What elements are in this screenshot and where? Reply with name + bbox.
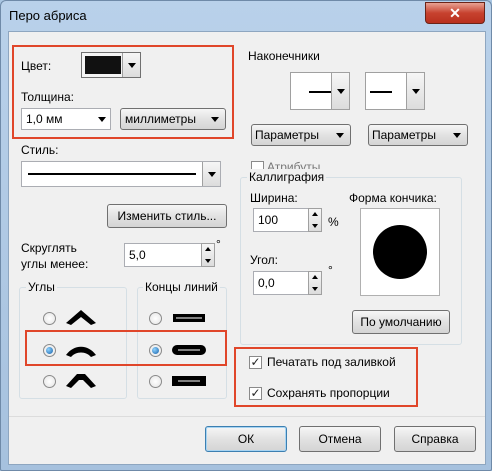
window-title: Перо абриса xyxy=(9,8,87,23)
spin-down-icon xyxy=(312,287,318,291)
attributes-label: Атрибуты xyxy=(267,160,321,169)
line-end-radio-square[interactable] xyxy=(149,375,162,388)
bottom-divider xyxy=(9,416,485,417)
width-unit: % xyxy=(328,215,339,229)
round-corners-label-1: Скруглять xyxy=(21,241,77,255)
spin-up-icon xyxy=(312,212,318,216)
title-bar[interactable]: Перо абриса ✕ xyxy=(1,1,491,31)
angle-unit: ° xyxy=(328,263,333,277)
line-end-radio-butt[interactable] xyxy=(149,312,162,325)
spin-up-icon xyxy=(312,275,318,279)
options-left-label: Параметры xyxy=(255,128,319,142)
angle-label: Угол: xyxy=(250,253,278,267)
calligraphy-title: Каллиграфия xyxy=(247,170,327,184)
style-label: Стиль: xyxy=(21,143,59,157)
line-ends-group-title: Концы линий xyxy=(143,280,220,294)
chevron-down-icon xyxy=(336,133,344,138)
edit-style-button[interactable]: Изменить стиль... xyxy=(107,204,227,228)
angle-value: 0,0 xyxy=(258,276,275,290)
chevron-down-icon xyxy=(411,89,420,94)
arrowhead-start-dropdown-arrow[interactable] xyxy=(331,73,349,109)
options-right-label: Параметры xyxy=(372,128,436,142)
dialog-body: Цвет: Толщина: 1,0 мм миллиметры Стиль: … xyxy=(8,31,486,465)
corners-group-title: Углы xyxy=(26,280,57,294)
round-corners-label-2: углы менее: xyxy=(21,257,89,271)
degree-symbol: ° xyxy=(216,237,221,251)
cancel-button[interactable]: Отмена xyxy=(299,426,381,452)
square-cap-icon xyxy=(172,376,206,386)
attributes-checkbox[interactable] xyxy=(251,161,264,169)
width-value: 100 xyxy=(258,213,279,227)
close-button[interactable]: ✕ xyxy=(425,2,485,24)
width-spinner[interactable] xyxy=(308,208,322,232)
close-icon: ✕ xyxy=(449,5,461,21)
round-corners-spinner[interactable] xyxy=(201,243,215,267)
chevron-down-icon xyxy=(453,133,461,138)
arrowhead-end-select[interactable] xyxy=(365,72,425,110)
line-preview-icon xyxy=(309,91,331,93)
arrowheads-title: Наконечники xyxy=(248,49,320,63)
arrowhead-start-options-button[interactable]: Параметры xyxy=(251,124,351,146)
dialog-window: Перо абриса ✕ Цвет: Толщина: 1,0 мм милл… xyxy=(0,0,492,471)
corner-radio-bevel[interactable] xyxy=(43,375,56,388)
spin-down-icon xyxy=(205,259,211,263)
nib-circle-icon xyxy=(373,225,427,279)
chevron-down-icon xyxy=(207,172,216,177)
highlight-color-thickness xyxy=(12,45,234,139)
highlight-round-options xyxy=(25,330,227,366)
nib-shape-preview[interactable] xyxy=(360,208,440,296)
line-preview-icon xyxy=(370,91,392,93)
arrowhead-end-dropdown-arrow[interactable] xyxy=(406,73,424,109)
round-corners-value: 5,0 xyxy=(129,248,146,262)
default-nib-button[interactable]: По умолчанию xyxy=(352,310,450,334)
nib-shape-label: Форма кончика: xyxy=(349,191,437,205)
chevron-down-icon xyxy=(336,89,345,94)
miter-corner-icon xyxy=(66,310,96,325)
arrowhead-end-options-button[interactable]: Параметры xyxy=(368,124,468,146)
width-label: Ширина: xyxy=(250,191,298,205)
arrowhead-start-select[interactable] xyxy=(290,72,350,110)
butt-cap-icon xyxy=(173,314,205,322)
spin-down-icon xyxy=(312,224,318,228)
round-corners-input[interactable]: 5,0 xyxy=(124,243,202,267)
help-button[interactable]: Справка xyxy=(394,426,476,452)
bevel-corner-icon xyxy=(66,374,96,388)
attributes-row[interactable]: Атрибуты xyxy=(251,159,391,169)
spin-up-icon xyxy=(205,247,211,251)
highlight-checkboxes xyxy=(234,347,418,407)
line-style-dropdown-arrow[interactable] xyxy=(202,162,220,186)
ok-button[interactable]: ОК xyxy=(205,426,287,452)
width-input[interactable]: 100 xyxy=(253,208,309,232)
line-style-preview xyxy=(28,173,196,175)
angle-input[interactable]: 0,0 xyxy=(253,271,309,295)
corner-radio-miter[interactable] xyxy=(43,312,56,325)
line-style-select[interactable] xyxy=(21,161,221,187)
angle-spinner[interactable] xyxy=(308,271,322,295)
